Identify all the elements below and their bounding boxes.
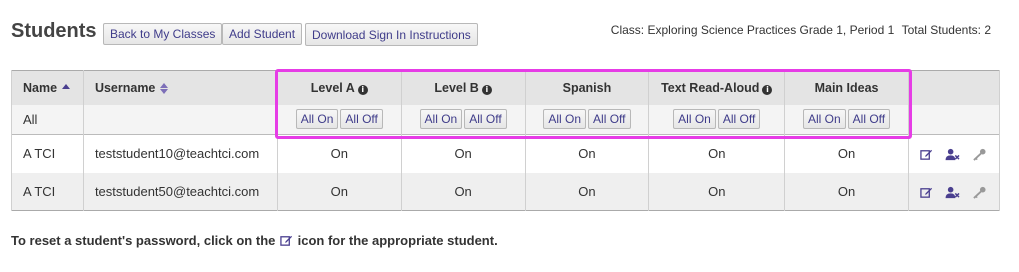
student-username: teststudent10@teachtci.com bbox=[82, 134, 278, 173]
spanish-status[interactable]: On bbox=[524, 172, 650, 211]
total-students: Total Students: 2 bbox=[901, 23, 991, 37]
remove-user-icon[interactable] bbox=[945, 186, 961, 199]
text-read-aloud-all-off-button[interactable]: All Off bbox=[717, 109, 761, 130]
info-icon[interactable]: i bbox=[481, 84, 492, 95]
sort-asc-icon[interactable] bbox=[62, 83, 71, 89]
empty-cell bbox=[82, 104, 278, 135]
students-table: Name Username Level Ai Level Bi Spanish … bbox=[11, 70, 1001, 211]
remove-user-icon[interactable] bbox=[945, 148, 961, 161]
level-a-all-off-button[interactable]: All Off bbox=[340, 109, 383, 130]
table-row: A TCI teststudent50@teachtci.com On On O… bbox=[11, 172, 1001, 211]
level-b-all-off-button[interactable]: All Off bbox=[464, 109, 507, 130]
main-ideas-status[interactable]: On bbox=[784, 172, 909, 211]
spanish-label: Spanish bbox=[562, 80, 612, 95]
note-text-after: icon for the appropriate student. bbox=[297, 233, 498, 248]
spanish-all-on-button[interactable]: All On bbox=[543, 109, 587, 130]
spanish-all-off-button[interactable]: All Off bbox=[588, 109, 631, 130]
name-header-label: Name bbox=[23, 80, 58, 95]
level-a-status[interactable]: On bbox=[276, 172, 402, 211]
main-ideas-column-header: Main Ideas bbox=[784, 70, 909, 105]
empty-cell bbox=[907, 104, 1001, 135]
level-a-toggle-group: All On All Off bbox=[276, 104, 402, 135]
level-b-column-header: Level Bi bbox=[400, 70, 526, 105]
student-username: teststudent50@teachtci.com bbox=[82, 172, 278, 211]
note-text-before: To reset a student's password, click on … bbox=[11, 233, 276, 248]
username-column-header[interactable]: Username bbox=[82, 70, 278, 105]
username-header-label: Username bbox=[94, 80, 156, 95]
info-icon[interactable]: i bbox=[357, 84, 368, 95]
main-ideas-all-on-button[interactable]: All On bbox=[802, 109, 846, 130]
main-ideas-toggle-group: All On All Off bbox=[784, 104, 909, 135]
actions-column-header bbox=[907, 70, 1001, 105]
add-student-button[interactable]: Add Student bbox=[222, 23, 303, 45]
edit-icon[interactable] bbox=[920, 186, 933, 199]
name-column-header[interactable]: Name bbox=[11, 70, 84, 105]
text-read-aloud-status[interactable]: On bbox=[648, 172, 786, 211]
level-a-all-on-button[interactable]: All On bbox=[295, 109, 339, 130]
password-reset-note: To reset a student's password, click on … bbox=[11, 233, 498, 248]
filter-row: All All On All Off All On All Off All On Al… bbox=[11, 104, 1001, 135]
spanish-toggle-group: All On All Off bbox=[524, 104, 650, 135]
table-header-row: Name Username Level Ai Level Bi Spanish … bbox=[11, 70, 1001, 105]
table-row: A TCI teststudent10@teachtci.com On On O… bbox=[11, 134, 1001, 173]
text-read-aloud-all-on-button[interactable]: All On bbox=[673, 109, 716, 130]
spanish-status[interactable]: On bbox=[524, 134, 650, 173]
level-b-status[interactable]: On bbox=[400, 172, 526, 211]
key-icon[interactable] bbox=[972, 186, 987, 199]
all-filter-label: All bbox=[11, 104, 84, 135]
class-label: Class: Exploring Science Practices Grade… bbox=[610, 23, 895, 37]
page-title: Students bbox=[11, 20, 97, 42]
level-a-column-header: Level Ai bbox=[276, 70, 402, 105]
edit-icon[interactable] bbox=[920, 148, 933, 161]
level-a-label: Level A bbox=[310, 80, 355, 95]
back-to-classes-button[interactable]: Back to My Classes bbox=[103, 23, 223, 45]
level-b-status[interactable]: On bbox=[400, 134, 526, 173]
sort-icon[interactable] bbox=[160, 82, 169, 94]
text-read-aloud-toggle-group: All On All Off bbox=[648, 104, 786, 135]
text-read-aloud-column-header: Text Read-Aloud i bbox=[648, 70, 786, 105]
level-a-status[interactable]: On bbox=[276, 134, 402, 173]
student-name: A TCI bbox=[11, 134, 84, 173]
text-read-aloud-status[interactable]: On bbox=[648, 134, 786, 173]
level-b-all-on-button[interactable]: All On bbox=[419, 109, 463, 130]
main-ideas-status[interactable]: On bbox=[784, 134, 909, 173]
student-name: A TCI bbox=[11, 172, 84, 211]
info-icon[interactable]: i bbox=[762, 84, 773, 95]
level-b-toggle-group: All On All Off bbox=[400, 104, 526, 135]
class-info: Class: Exploring Science Practices Grade… bbox=[607, 23, 991, 37]
edit-icon bbox=[280, 235, 293, 246]
text-read-aloud-label: Text Read-Aloud bbox=[661, 80, 760, 95]
key-icon[interactable] bbox=[972, 148, 987, 162]
spanish-column-header: Spanish bbox=[524, 70, 650, 105]
download-sign-in-button[interactable]: Download Sign In Instructions bbox=[305, 23, 478, 46]
level-b-label: Level B bbox=[434, 80, 479, 95]
row-actions bbox=[907, 172, 1001, 211]
row-actions bbox=[907, 134, 1001, 173]
main-ideas-all-off-button[interactable]: All Off bbox=[847, 109, 891, 130]
main-ideas-label: Main Ideas bbox=[814, 80, 879, 95]
